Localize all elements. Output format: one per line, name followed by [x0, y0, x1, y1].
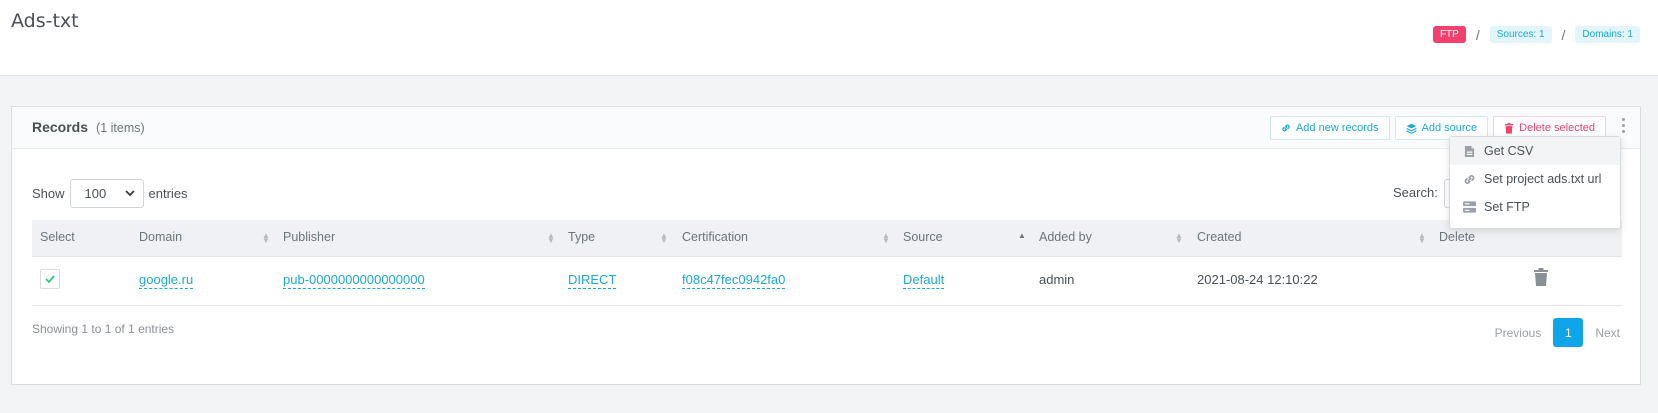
column-domain[interactable]: Domain: [139, 230, 182, 244]
card-title: Records (1 items): [32, 119, 145, 135]
records-count: (1 items): [96, 121, 145, 135]
get-csv-item[interactable]: Get CSV: [1450, 137, 1620, 165]
breadcrumb: FTP / Sources: 1 / Domains: 1: [1432, 26, 1640, 43]
added-by-cell: admin: [1039, 272, 1075, 287]
previous-button[interactable]: Previous: [1495, 326, 1542, 340]
certification-cell: f08c47fec0942fa0: [682, 272, 786, 289]
more-options-icon[interactable]: [1620, 118, 1626, 133]
domains-badge[interactable]: Domains: 1: [1575, 26, 1640, 43]
chevron-down-icon: [124, 190, 135, 197]
next-button[interactable]: Next: [1595, 326, 1620, 340]
table-info: Showing 1 to 1 of 1 entries: [32, 322, 175, 336]
ftp-badge[interactable]: FTP: [1432, 26, 1466, 43]
created-cell: 2021-08-24 12:10:22: [1197, 272, 1318, 287]
records-title: Records: [32, 119, 89, 135]
breadcrumb-separator: /: [1475, 26, 1480, 43]
get-csv-label: Get CSV: [1484, 144, 1534, 158]
sort-icon[interactable]: ▲ ▼: [547, 232, 555, 245]
add-new-records-button[interactable]: Add new records: [1269, 116, 1390, 140]
trash-icon: [1505, 122, 1514, 134]
type-link[interactable]: DIRECT: [568, 272, 617, 289]
page-size-select[interactable]: 100: [69, 179, 144, 208]
page-header: Ads-txt FTP / Sources: 1 / Domains: 1: [0, 0, 1658, 76]
card-header: Records (1 items) Add new records Add sou…: [12, 107, 1640, 149]
records-card: Records (1 items) Add new records Add sou…: [11, 106, 1641, 385]
column-source[interactable]: Source: [903, 230, 943, 244]
server-icon: [1462, 200, 1476, 214]
sort-icon[interactable]: ▲ ▼: [262, 232, 270, 245]
page-1-button[interactable]: 1: [1553, 318, 1584, 347]
row-select-checkbox[interactable]: [40, 269, 60, 289]
sort-icon[interactable]: ▲ ▼: [1175, 232, 1183, 245]
sort-asc-icon[interactable]: ▲: [1018, 232, 1026, 240]
publisher-cell: pub-0000000000000000: [283, 272, 425, 289]
options-dropdown: Get CSV Set project ads.txt url Set FTP: [1449, 136, 1621, 229]
column-publisher[interactable]: Publisher: [283, 230, 335, 244]
layers-icon: [1405, 123, 1417, 134]
certification-link[interactable]: f08c47fec0942fa0: [682, 272, 786, 289]
column-certification[interactable]: Certification: [682, 230, 748, 244]
entries-label: entries: [148, 186, 188, 201]
sources-badge[interactable]: Sources: 1: [1489, 26, 1552, 43]
csv-file-icon: [1462, 144, 1476, 158]
publisher-link[interactable]: pub-0000000000000000: [283, 272, 425, 289]
table-header: Select Domain ▲ ▼ Publisher ▲ ▼ Type ▲ ▼ Ce…: [32, 220, 1622, 257]
add-source-label: Add source: [1421, 122, 1478, 134]
set-ftp-item[interactable]: Set FTP: [1450, 193, 1620, 221]
table-row: google.ru pub-0000000000000000 DIRECT f0…: [32, 257, 1622, 306]
source-cell: Default: [903, 272, 945, 289]
checkmark-icon: [45, 275, 55, 283]
add-new-records-label: Add new records: [1295, 122, 1379, 134]
search-label: Search:: [1393, 185, 1438, 200]
domain-cell: google.ru: [139, 272, 194, 289]
breadcrumb-separator: /: [1561, 26, 1566, 43]
page-size-control: Show 100 entries: [32, 179, 188, 208]
link-icon: [1282, 124, 1290, 132]
column-created[interactable]: Created: [1197, 230, 1241, 244]
domain-link[interactable]: google.ru: [139, 272, 194, 289]
type-cell: DIRECT: [568, 272, 617, 289]
link-icon: [1462, 172, 1476, 186]
column-select: Select: [40, 230, 75, 244]
set-url-label: Set project ads.txt url: [1484, 172, 1602, 186]
page-size-value: 100: [84, 186, 107, 201]
trash-icon[interactable]: [1534, 268, 1548, 286]
column-type[interactable]: Type: [568, 230, 595, 244]
source-link[interactable]: Default: [903, 272, 945, 289]
sort-icon[interactable]: ▲ ▼: [1418, 232, 1426, 245]
delete-selected-label: Delete selected: [1519, 122, 1595, 134]
column-delete: Delete: [1439, 230, 1476, 244]
page-title: Ads-txt: [11, 10, 79, 32]
sort-icon[interactable]: ▲ ▼: [882, 232, 890, 245]
pagination: Previous 1 Next: [1495, 318, 1620, 347]
set-ftp-label: Set FTP: [1484, 200, 1530, 214]
sort-icon[interactable]: ▲ ▼: [660, 232, 668, 245]
set-url-item[interactable]: Set project ads.txt url: [1450, 165, 1620, 193]
column-added-by[interactable]: Added by: [1039, 230, 1092, 244]
show-label: Show: [32, 186, 65, 201]
